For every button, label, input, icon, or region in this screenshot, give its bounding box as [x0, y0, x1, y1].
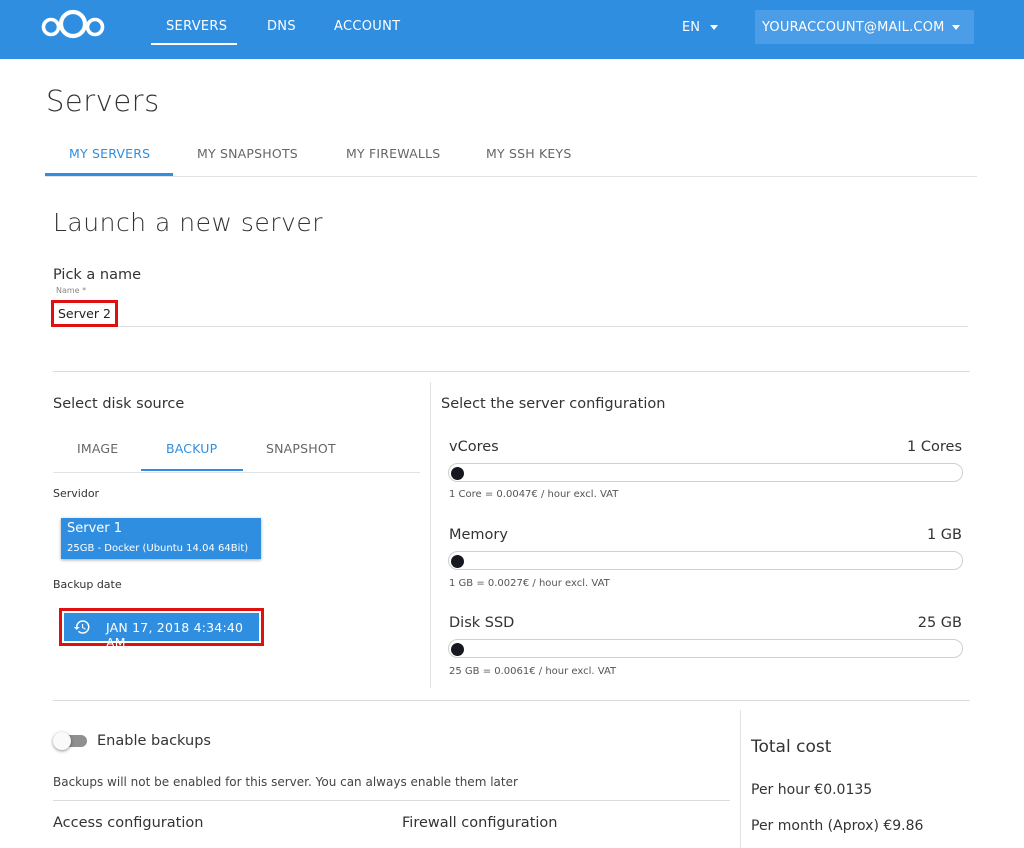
column-divider [430, 382, 431, 688]
nav-dns[interactable]: DNS [267, 19, 296, 34]
language-label: EN [682, 20, 700, 35]
divider [53, 800, 730, 801]
name-field-label: Name * [56, 286, 87, 295]
cost-column-divider [740, 710, 741, 848]
launch-server-title: Launch a new server [53, 208, 323, 237]
total-cost-heading: Total cost [751, 737, 832, 757]
page-title: Servers [46, 84, 160, 118]
nav-active-underline [151, 43, 237, 45]
toggle-knob [53, 732, 71, 750]
pick-name-heading: Pick a name [53, 267, 142, 283]
server-name-input[interactable] [51, 300, 118, 327]
backup-date-button[interactable]: JAN 17, 2018 4:34:40 AM [64, 613, 259, 650]
disk-tabs-divider [53, 472, 420, 473]
tab-my-snapshots[interactable]: MY SNAPSHOTS [197, 146, 298, 161]
server-option-card[interactable]: Server 1 25GB - Docker (Ubuntu 14.04 64B… [61, 518, 261, 559]
vcores-label: vCores [449, 439, 499, 455]
backup-date-highlight: JAN 17, 2018 4:34:40 AM [59, 608, 264, 650]
account-menu[interactable]: YOURACCOUNT@MAIL.COM [755, 10, 974, 44]
server-config-heading: Select the server configuration [441, 396, 666, 412]
vcores-price-note: 1 Core = 0.0047€ / hour excl. VAT [449, 489, 619, 500]
vcores-slider-thumb[interactable] [451, 467, 464, 480]
per-hour-cost: Per hour €0.0135 [751, 782, 873, 798]
history-icon [73, 620, 90, 634]
server-option-desc: 25GB - Docker (Ubuntu 14.04 64Bit) [67, 543, 249, 554]
disk-ssd-slider[interactable] [448, 639, 963, 658]
per-month-cost: Per month (Aprox) €9.86 [751, 818, 924, 834]
vcores-slider[interactable] [448, 463, 963, 482]
memory-slider[interactable] [448, 551, 963, 570]
top-navigation-bar: SERVERS DNS ACCOUNT EN YOURACCOUNT@MAIL.… [0, 0, 1024, 59]
enable-backups-label: Enable backups [97, 733, 211, 749]
divider [53, 371, 970, 372]
tab-backup[interactable]: BACKUP [166, 441, 217, 456]
divider [53, 700, 970, 701]
backups-note: Backups will not be enabled for this ser… [53, 775, 518, 789]
tab-my-firewalls[interactable]: MY FIREWALLS [346, 146, 440, 161]
nav-account[interactable]: ACCOUNT [334, 19, 400, 34]
server-option-name: Server 1 [67, 521, 123, 536]
enable-backups-toggle[interactable] [53, 732, 88, 750]
name-input-underline [118, 326, 968, 327]
disk-ssd-label: Disk SSD [449, 615, 515, 631]
memory-slider-thumb[interactable] [451, 555, 464, 568]
tab-my-ssh-keys[interactable]: MY SSH KEYS [486, 146, 572, 161]
tab-image[interactable]: IMAGE [77, 441, 118, 456]
disk-ssd-value: 25 GB [917, 615, 962, 631]
tab-my-servers[interactable]: MY SERVERS [69, 146, 150, 161]
backup-date-label: Backup date [53, 578, 122, 591]
backup-date-value: JAN 17, 2018 4:34:40 AM [106, 620, 244, 650]
memory-value: 1 GB [926, 527, 962, 543]
disk-source-heading: Select disk source [53, 396, 185, 412]
language-selector[interactable]: EN [682, 20, 718, 35]
disk-tab-active-underline [141, 469, 243, 471]
firewall-config-heading: Firewall configuration [402, 815, 558, 831]
tab-snapshot[interactable]: SNAPSHOT [266, 441, 336, 456]
access-config-heading: Access configuration [53, 815, 204, 831]
chevron-down-icon [952, 25, 960, 30]
cloud-logo-icon[interactable] [40, 8, 106, 40]
account-email: YOURACCOUNT@MAIL.COM [762, 20, 945, 35]
nav-servers[interactable]: SERVERS [166, 19, 227, 34]
disk-ssd-slider-thumb[interactable] [451, 643, 464, 656]
tabs-divider [45, 176, 977, 177]
disk-ssd-price-note: 25 GB = 0.0061€ / hour excl. VAT [449, 666, 617, 677]
memory-label: Memory [449, 527, 508, 543]
memory-price-note: 1 GB = 0.0027€ / hour excl. VAT [449, 578, 610, 589]
servidor-label: Servidor [53, 487, 100, 500]
vcores-value: 1 Cores [907, 439, 962, 455]
chevron-down-icon [709, 25, 718, 30]
